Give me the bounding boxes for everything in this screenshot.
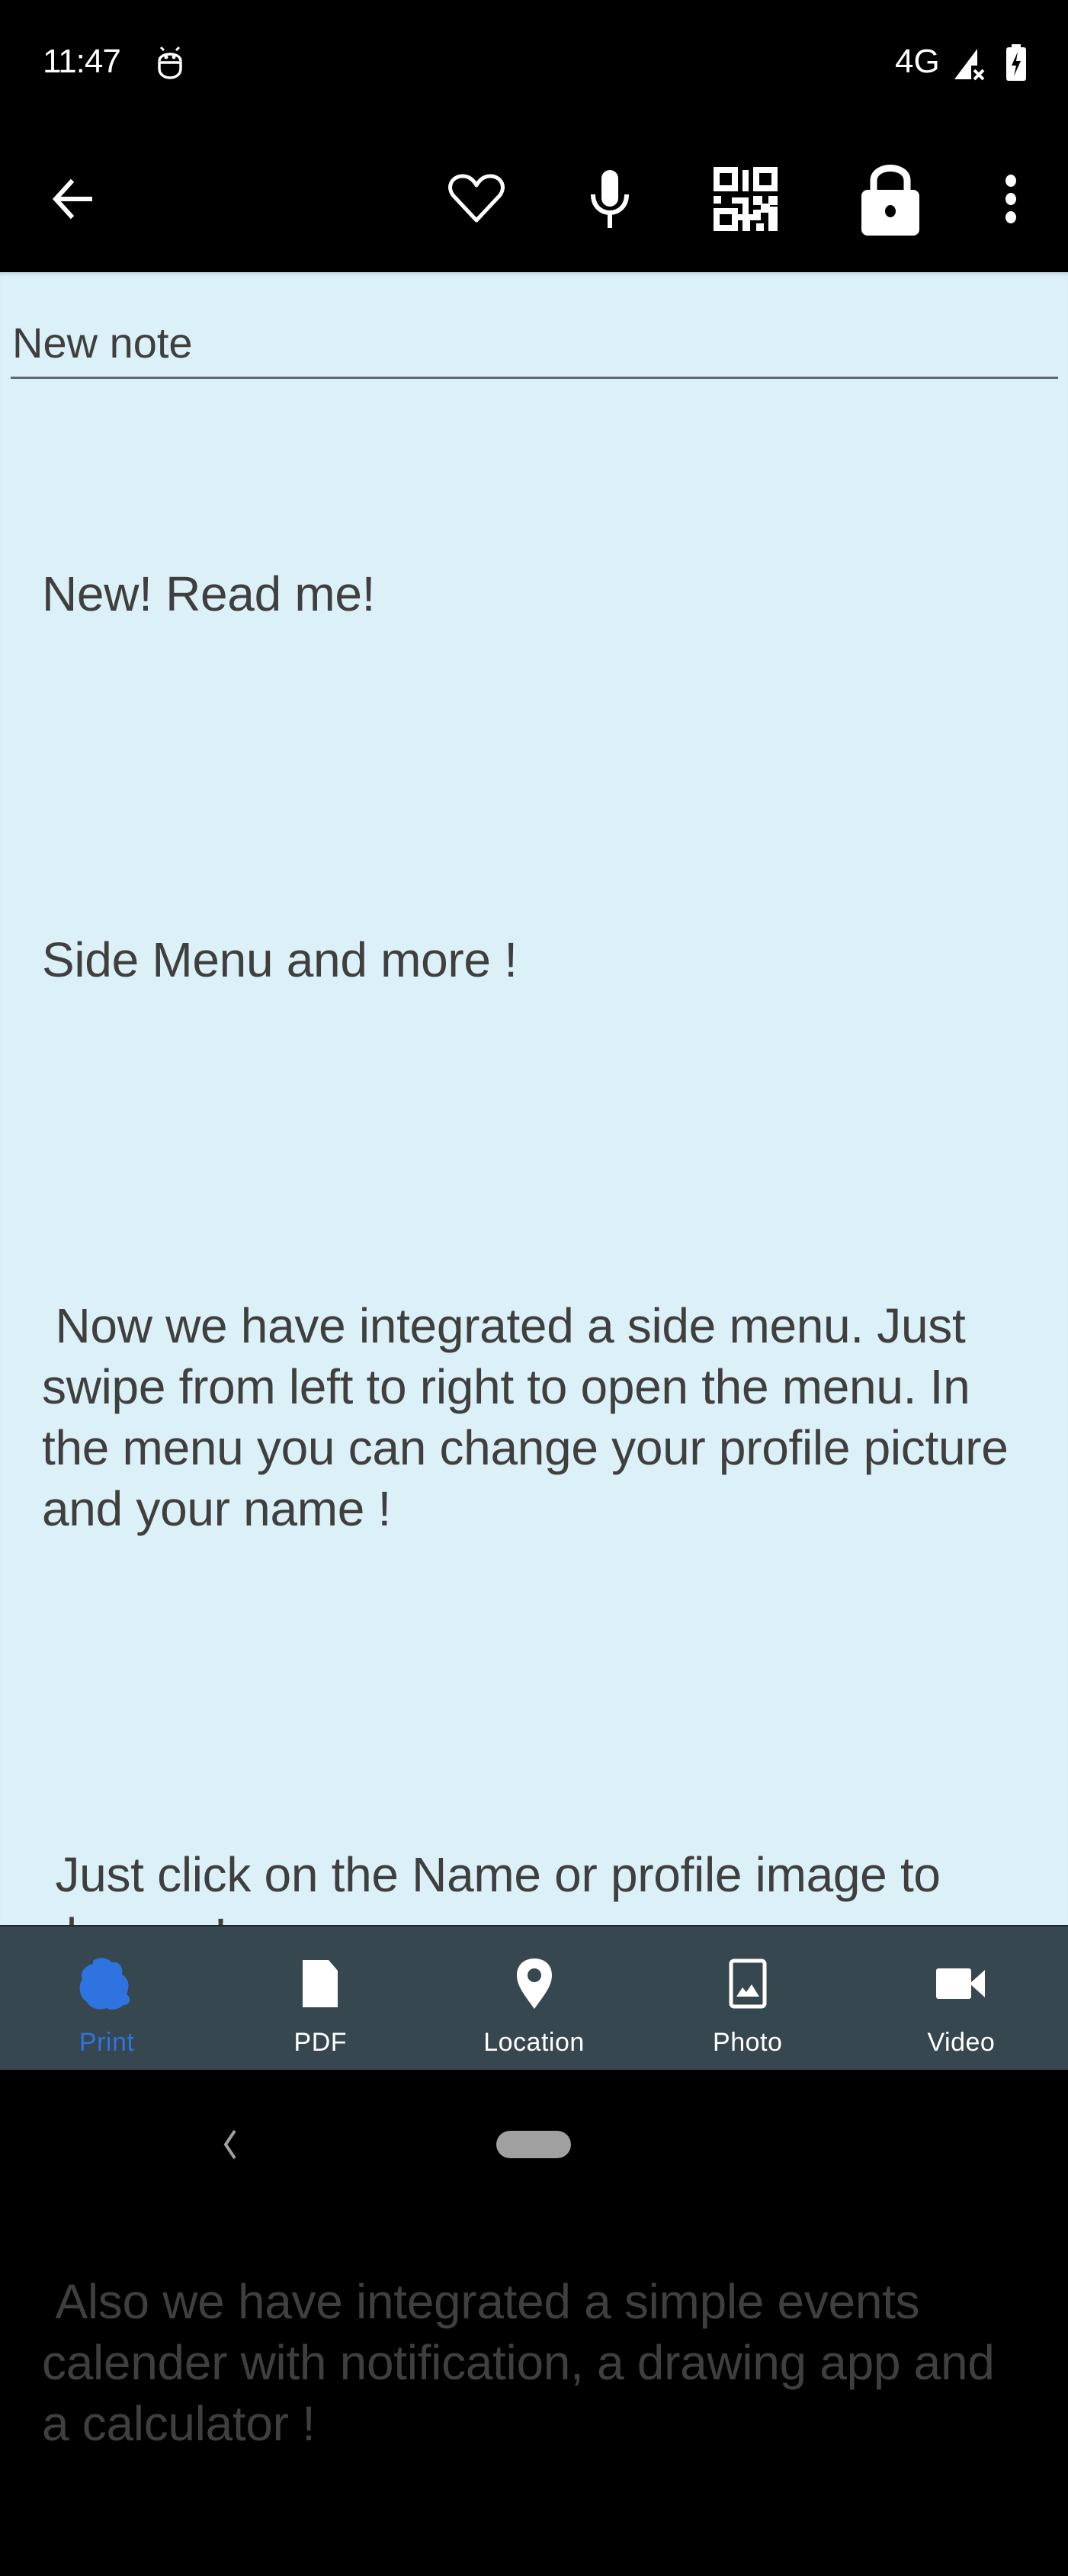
system-back-icon[interactable] [221, 2129, 238, 2160]
nav-label-pdf: PDF [293, 2028, 348, 2057]
location-pin-icon [516, 1958, 552, 2009]
note-paragraph: New! Read me! [42, 566, 376, 621]
note-title-input[interactable] [11, 309, 1058, 379]
note-paragraph: Side Menu and more ! [42, 932, 518, 987]
nav-item-video[interactable]: Video [855, 1926, 1068, 2070]
status-bar: 11:47 4G [0, 0, 1068, 126]
note-paragraph: Now we have integrated a side menu. Just… [42, 1298, 1022, 1536]
nav-label-video: Video [927, 2028, 996, 2057]
nav-item-pdf[interactable]: PDF [213, 1926, 427, 2070]
bottom-navigation: Print PDF Location Photo Video [0, 1925, 1068, 2070]
nav-item-print[interactable]: Print [0, 1926, 213, 2070]
more-vert-icon [1005, 175, 1016, 223]
print-blob-icon [79, 1958, 130, 2010]
nav-label-photo: Photo [713, 2028, 783, 2057]
document-icon [303, 1960, 338, 2007]
qr-code-button[interactable] [707, 161, 784, 237]
overflow-menu-button[interactable] [973, 161, 1049, 237]
videocam-icon [935, 1968, 985, 1999]
note-paragraph: Also we have integrated a simple events … [42, 2274, 1009, 2451]
image-icon [729, 1958, 767, 2009]
favorite-button[interactable] [438, 161, 515, 237]
heart-icon [448, 174, 505, 223]
system-navigation-bar [0, 2070, 1068, 2196]
back-arrow-icon [52, 178, 92, 220]
voice-input-button[interactable] [572, 161, 648, 237]
system-home-pill[interactable] [496, 2131, 571, 2158]
back-button[interactable] [34, 161, 111, 237]
app-notification-icon [158, 46, 182, 79]
nav-item-photo[interactable]: Photo [641, 1926, 855, 2070]
note-editor: New! Read me! Side Menu and more ! Now w… [0, 272, 1068, 2451]
nav-label-print: Print [79, 2028, 135, 2057]
note-body-text[interactable]: New! Read me! Side Menu and more ! Now w… [42, 441, 1033, 2576]
status-time: 11:47 [43, 43, 121, 80]
top-app-bar [0, 126, 1068, 272]
lock-button[interactable] [852, 161, 928, 237]
nav-item-location[interactable]: Location [427, 1926, 640, 2070]
battery-charging-icon [1006, 44, 1026, 81]
lock-icon [861, 165, 919, 236]
qr-code-icon [714, 167, 778, 231]
nav-label-location: Location [483, 2028, 585, 2057]
signal-icon [954, 49, 985, 81]
network-type: 4G [895, 43, 940, 80]
microphone-icon [591, 170, 629, 228]
